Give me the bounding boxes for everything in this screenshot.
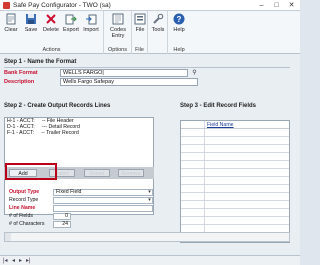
description-input[interactable]: Wells Fargo Safepay (60, 78, 198, 86)
output-type-label: Output Type (9, 189, 40, 195)
save-button[interactable]: Save (21, 13, 41, 39)
table-row[interactable] (181, 177, 289, 185)
delete-button[interactable]: Delete (41, 13, 61, 39)
app-icon (3, 1, 10, 9)
record-type-label: Record Type (9, 197, 39, 203)
field-name-column-header[interactable]: Field Name (207, 122, 234, 128)
ribbon-group-actions: Clear Save Delete Export Import Actions (0, 11, 104, 54)
ribbon-group-tools: Tools (148, 11, 168, 54)
chevron-down-icon[interactable]: ▾ (146, 196, 153, 204)
clear-button[interactable]: Clear (1, 13, 21, 39)
tools-icon (153, 13, 164, 24)
table-row[interactable] (181, 161, 289, 169)
status-bar: |◂ ◂ ▸ ▸| (0, 255, 300, 265)
lookup-icon[interactable]: ⚲ (191, 69, 198, 77)
output-type-select[interactable]: Fixed Field (53, 189, 153, 196)
table-row[interactable] (181, 217, 289, 225)
table-row[interactable] (181, 153, 289, 161)
help-button[interactable]: ? Help (169, 13, 189, 39)
svg-text:?: ? (177, 15, 182, 24)
save-icon (26, 14, 36, 24)
chars-count-value: 24 (53, 221, 71, 228)
file-icon (134, 13, 146, 25)
window-title: Safe Pay Configurator - TWO (sa) (13, 1, 111, 9)
table-row[interactable] (181, 201, 289, 209)
ribbon-group-options: Codes Entry Options (104, 11, 132, 54)
fields-count-value: 0 (53, 213, 71, 220)
description-label: Description (4, 79, 35, 85)
delete-record-button[interactable]: Delete (84, 169, 110, 177)
previous-record-icon[interactable]: ◂ (12, 257, 15, 264)
title-bar: Safe Pay Configurator - TWO (sa) – □ ✕ (0, 0, 300, 11)
import-button[interactable]: Import (81, 13, 101, 39)
codes-entry-button[interactable]: Codes Entry (108, 13, 128, 39)
table-row[interactable] (181, 193, 289, 201)
codes-entry-icon (112, 13, 124, 25)
scrollbar-thumb[interactable] (5, 233, 11, 241)
record-fields-grid[interactable]: Field Name (180, 120, 290, 243)
export-button[interactable]: Export (61, 13, 81, 39)
import-icon (86, 14, 97, 25)
list-item[interactable]: F-1 - ACCT: -- Trailer Record (5, 130, 153, 136)
step1-title: Step 1 - Name the Format (4, 59, 77, 65)
chars-count-label: # of Characters (9, 221, 45, 227)
line-name-label: Line Name (9, 205, 36, 211)
table-row[interactable] (181, 137, 289, 145)
ribbon: Clear Save Delete Export Import Actions … (0, 11, 300, 54)
ribbon-group-file: File File (132, 11, 148, 54)
table-row[interactable] (181, 169, 289, 177)
table-row[interactable] (181, 209, 289, 217)
fields-count-label: # of Fields (9, 213, 33, 219)
grid-header: Field Name (181, 121, 289, 129)
export-icon (65, 14, 77, 25)
table-row[interactable] (181, 145, 289, 153)
chevron-down-icon[interactable]: ▾ (146, 188, 153, 196)
bank-format-label: Bank Format (4, 70, 38, 76)
ribbon-group-help: ? Help Help (168, 11, 190, 54)
close-button[interactable]: ✕ (285, 1, 298, 10)
clear-icon (6, 13, 16, 25)
first-record-icon[interactable]: |◂ (3, 257, 8, 264)
delete-icon (46, 14, 56, 24)
table-row[interactable] (181, 185, 289, 193)
bank-format-input[interactable]: WELLS FARGO| (60, 69, 188, 77)
maximize-button[interactable]: □ (270, 1, 283, 10)
record-type-select[interactable] (53, 197, 153, 204)
table-row[interactable] (181, 129, 289, 137)
add-button-highlight (5, 163, 57, 180)
remove-button[interactable]: Remove (118, 169, 144, 177)
help-icon: ? (173, 13, 185, 25)
step2-title: Step 2 - Create Output Records Lines (4, 103, 111, 109)
minimize-button[interactable]: – (255, 1, 268, 10)
main-content: Step 1 - Name the Format Bank Format WEL… (0, 54, 300, 265)
tools-button[interactable]: Tools (148, 13, 168, 39)
horizontal-scrollbar[interactable] (4, 232, 290, 242)
line-name-input[interactable] (53, 205, 153, 212)
next-record-icon[interactable]: ▸ (19, 257, 22, 264)
file-button[interactable]: File (130, 13, 150, 39)
divider (4, 67, 290, 68)
step3-title: Step 3 - Edit Record Fields (180, 103, 257, 109)
last-record-icon[interactable]: ▸| (26, 257, 31, 264)
